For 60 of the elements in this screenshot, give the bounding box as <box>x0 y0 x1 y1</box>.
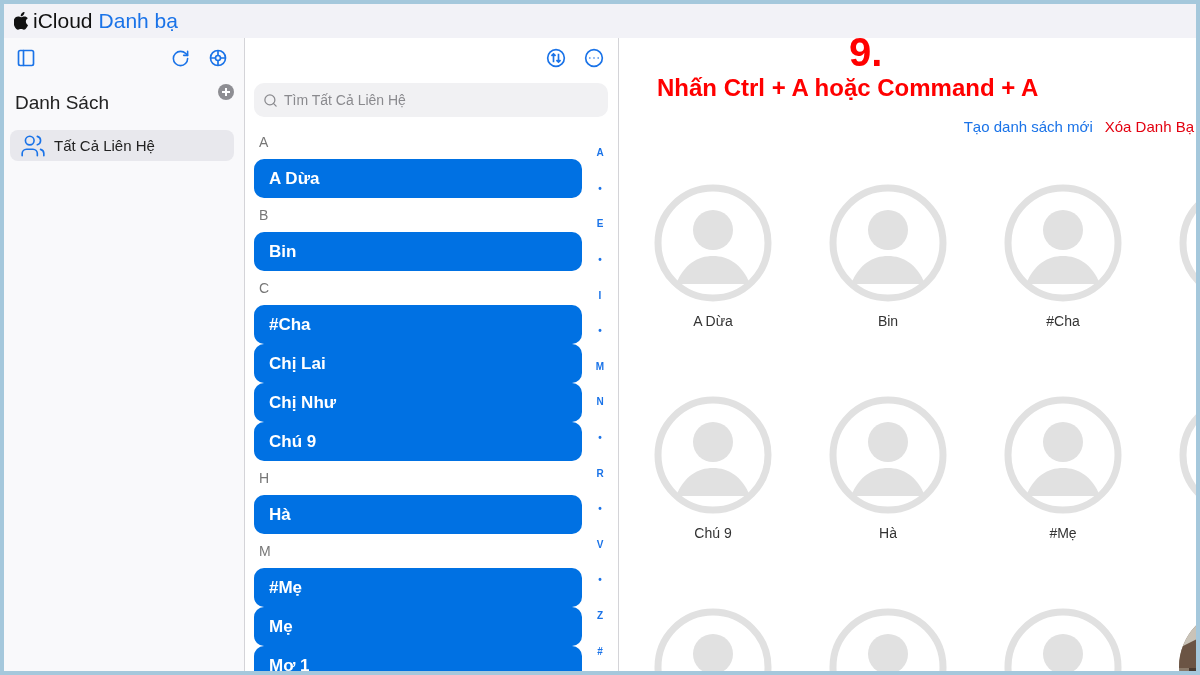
sidebar-item-label: Tất Cả Liên Hệ <box>54 137 155 154</box>
contact-name: Hà <box>879 525 897 541</box>
index-letter[interactable]: M <box>595 348 605 385</box>
contact-row[interactable]: #Cha <box>254 305 582 344</box>
contact-row[interactable]: #Mẹ <box>254 568 582 607</box>
avatar-placeholder-icon <box>654 396 772 514</box>
section-letter: B <box>258 206 270 225</box>
app-title: Danh bạ <box>98 9 178 33</box>
section-letter: M <box>258 542 272 561</box>
index-letter[interactable]: • <box>598 312 602 349</box>
section-letter: A <box>258 133 270 152</box>
create-list-link[interactable]: Tạo danh sách mới <box>963 118 1093 140</box>
avatar-placeholder-icon <box>829 184 947 302</box>
instruction-text: Nhấn Ctrl + A hoặc Command + A <box>657 74 1039 102</box>
contact-row[interactable]: Bin <box>254 232 582 271</box>
avatar-placeholder-icon <box>654 184 772 302</box>
sidebar-item[interactable]: Tất Cả Liên Hệ <box>10 130 234 161</box>
index-letter[interactable]: A <box>596 135 604 171</box>
index-letter[interactable]: V <box>596 526 604 563</box>
add-icon[interactable] <box>218 84 234 100</box>
contact-row[interactable]: A Dừa <box>254 159 582 198</box>
section-letter: H <box>258 469 271 488</box>
contact-row[interactable]: Chị Lai <box>254 344 582 383</box>
contact-name: Bin <box>877 313 899 329</box>
avatar-placeholder-icon <box>829 396 947 514</box>
sidebar-heading: Danh Sách <box>15 92 109 114</box>
index-letter[interactable]: E <box>596 206 604 242</box>
contact-row[interactable]: Mẹ <box>254 607 582 646</box>
contact-row[interactable]: Hà <box>254 495 582 534</box>
more-icon[interactable] <box>584 48 604 68</box>
brand-name: iCloud <box>33 9 93 33</box>
search-icon <box>263 92 278 108</box>
index-letter[interactable]: R <box>596 455 604 491</box>
avatar-placeholder-icon <box>1004 396 1122 514</box>
step-number: 9. <box>849 38 883 75</box>
index-letter[interactable]: • <box>598 562 602 598</box>
apple-logo-icon <box>14 12 29 30</box>
contact-row[interactable]: Chú 9 <box>254 422 582 461</box>
contact-row[interactable]: Chị Như <box>254 383 582 422</box>
avatar-placeholder-icon <box>1004 184 1122 302</box>
contact-name: A Dừa <box>693 313 733 329</box>
index-letter[interactable]: Z <box>596 597 604 634</box>
delete-link[interactable]: Xóa Danh Bạ <box>1104 118 1194 140</box>
refresh-icon[interactable] <box>171 48 190 68</box>
index-letter[interactable]: • <box>598 241 602 278</box>
index-letter[interactable]: I <box>598 277 602 313</box>
index-letter[interactable]: • <box>598 490 602 527</box>
contact-name: #Cha <box>1046 313 1080 329</box>
index-letter[interactable]: # <box>597 633 603 669</box>
contact-row[interactable]: Mơ 1 <box>254 646 582 671</box>
people-icon <box>20 132 46 159</box>
index-letter[interactable]: N <box>596 384 604 420</box>
search-placeholder: Tìm Tất Cả Liên Hệ <box>284 92 406 108</box>
section-letter: C <box>258 279 271 298</box>
index-letter[interactable]: • <box>598 170 602 207</box>
search-field[interactable]: Tìm Tất Cả Liên Hệ <box>254 83 608 117</box>
contact-name: #Mẹ <box>1049 525 1077 541</box>
index-letter[interactable]: • <box>598 419 602 456</box>
contact-name: Chú 9 <box>694 525 732 541</box>
sidebar-toggle-icon[interactable] <box>16 48 36 68</box>
